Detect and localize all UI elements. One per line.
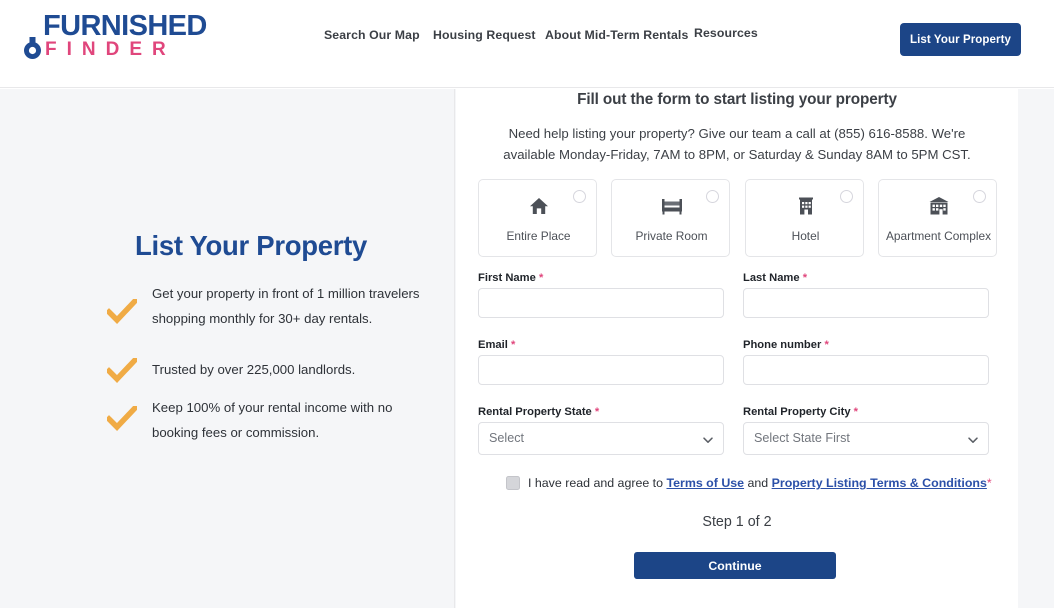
page-title: List Your Property (135, 230, 367, 261)
nav-item-search-our-map[interactable]: Search Our Map (324, 28, 420, 42)
terms-agreement-text: I have read and agree to Terms of Use an… (528, 474, 992, 492)
rental-property-city-select[interactable]: Select State First (743, 422, 989, 455)
step-indicator: Step 1 of 2 (702, 514, 772, 530)
site-header: FURNISHED FINDER Search Our Map Housing … (0, 0, 1054, 88)
furnished-finder-logo[interactable]: FURNISHED FINDER (13, 11, 207, 63)
nav-item-resources[interactable]: Resources (694, 26, 758, 40)
check-icon (107, 299, 137, 324)
phone-number-label: Phone number * (743, 339, 829, 351)
property-type-group: Entire Place Private Room Hotel Apartmen… (478, 179, 998, 257)
terms-agreement-row: I have read and agree to Terms of Use an… (506, 474, 992, 494)
chevron-down-icon (703, 437, 713, 443)
first-name-label: First Name * (478, 272, 544, 284)
email-input[interactable] (478, 355, 724, 385)
property-type-entire-place[interactable]: Entire Place (478, 179, 597, 257)
logo-text-secondary: FINDER (45, 39, 176, 60)
rental-property-city-label: Rental Property City * (743, 406, 859, 418)
property-type-label: Private Room (635, 229, 708, 243)
last-name-input[interactable] (743, 288, 989, 318)
property-type-label: Hotel (791, 229, 820, 243)
first-name-input[interactable] (478, 288, 724, 318)
logo-text-primary: FURNISHED (43, 10, 207, 42)
terms-of-use-link[interactable]: Terms of Use (666, 476, 744, 490)
hotel-icon (746, 196, 865, 218)
terms-agreement-checkbox[interactable] (506, 476, 520, 490)
property-type-label: Apartment Complex (885, 229, 992, 243)
apartment-icon (879, 196, 998, 218)
check-icon (107, 406, 137, 431)
benefit-text: Trusted by over 225,000 landlords. (152, 362, 356, 377)
benefit-text: Keep 100% of your rental income with no … (152, 400, 393, 440)
property-type-apartment-complex[interactable]: Apartment Complex (878, 179, 997, 257)
property-type-private-room[interactable]: Private Room (611, 179, 730, 257)
chevron-down-icon (968, 437, 978, 443)
form-subheading: Need help listing your property? Give ou… (503, 126, 971, 162)
check-icon (107, 358, 137, 383)
property-type-label: Entire Place (506, 229, 571, 243)
select-value: Select State First (754, 431, 850, 445)
phone-number-input[interactable] (743, 355, 989, 385)
left-marketing-panel: List Your Property Get your property in … (57, 89, 455, 608)
nav-item-about-mid-term-rentals[interactable]: About Mid-Term Rentals (545, 28, 688, 42)
benefit-text: Get your property in front of 1 million … (152, 286, 420, 326)
form-heading: Fill out the form to start listing your … (577, 91, 897, 108)
rental-property-state-label: Rental Property State * (478, 406, 600, 418)
agreement-prefix: I have read and agree to (528, 476, 667, 490)
rental-property-state-select[interactable]: Select (478, 422, 724, 455)
email-label: Email * (478, 339, 516, 351)
key-icon (24, 37, 41, 59)
home-icon (479, 196, 598, 218)
bed-icon (612, 196, 731, 218)
continue-button[interactable]: Continue (634, 552, 836, 579)
property-listing-terms-link[interactable]: Property Listing Terms & Conditions (772, 476, 987, 490)
nav-item-housing-request[interactable]: Housing Request (433, 28, 536, 42)
last-name-label: Last Name * (743, 272, 808, 284)
agreement-required-marker: * (986, 476, 992, 490)
agreement-middle: and (744, 476, 772, 490)
listing-form-panel: Fill out the form to start listing your … (456, 89, 1018, 608)
page-root: FURNISHED FINDER Search Our Map Housing … (0, 0, 1054, 608)
select-value: Select (489, 431, 525, 445)
property-type-hotel[interactable]: Hotel (745, 179, 864, 257)
list-your-property-button[interactable]: List Your Property (900, 23, 1021, 56)
